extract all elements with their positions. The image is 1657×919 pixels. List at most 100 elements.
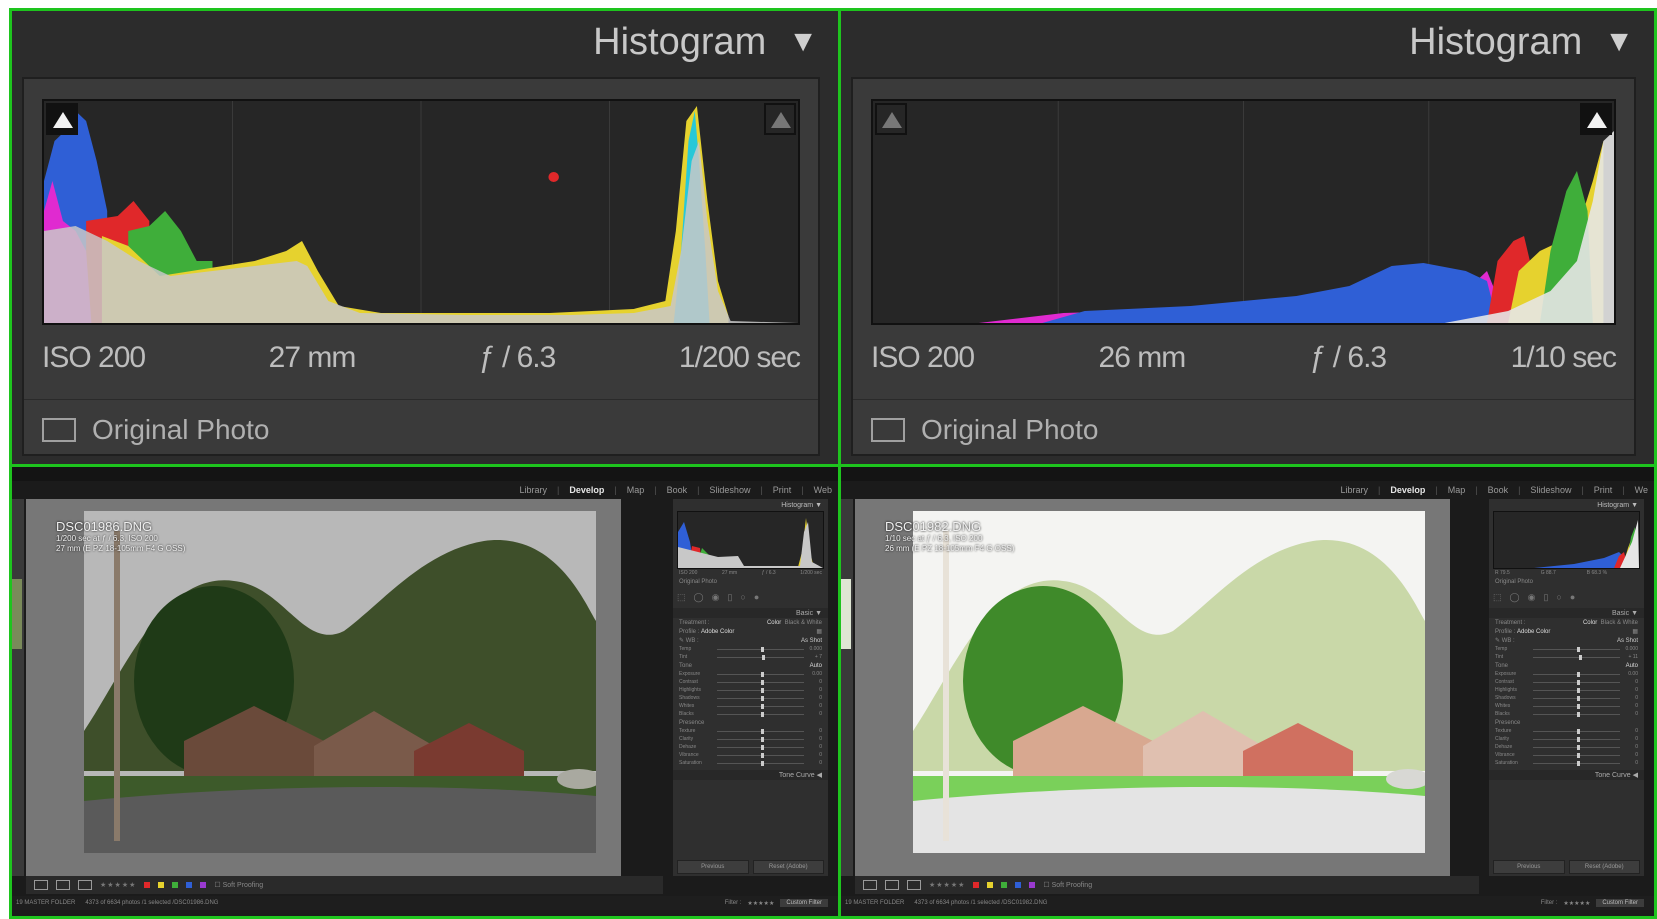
- slider-clarity[interactable]: Clarity 0: [1489, 735, 1644, 743]
- slider-texture[interactable]: Texture 0: [673, 727, 828, 735]
- histogram-graph[interactable]: [871, 99, 1616, 325]
- tone-curve-section-header[interactable]: Tone Curve ◀: [1489, 770, 1644, 780]
- highlight-clipping-indicator[interactable]: [764, 103, 796, 135]
- brush-icon[interactable]: ●: [1570, 592, 1575, 602]
- photo-image[interactable]: [913, 511, 1425, 853]
- collapse-triangle-icon[interactable]: ▼: [815, 502, 822, 509]
- slider-vibrance[interactable]: Vibrance 0: [673, 751, 828, 759]
- slider-value[interactable]: 0: [808, 711, 822, 717]
- slider-dehaze[interactable]: Dehaze 0: [673, 743, 828, 751]
- slider-value[interactable]: 0: [1624, 736, 1638, 742]
- auto-button[interactable]: Auto: [1626, 663, 1638, 669]
- slider-knob[interactable]: [1579, 654, 1583, 660]
- treatment-color-button[interactable]: Color: [1583, 620, 1597, 626]
- slider-knob[interactable]: [760, 703, 764, 709]
- slider-value[interactable]: 0.000: [808, 646, 822, 652]
- slider-value[interactable]: 0: [808, 728, 822, 734]
- slider-saturation[interactable]: Saturation 0: [1489, 759, 1644, 767]
- slider-knob[interactable]: [1576, 728, 1580, 734]
- slider-knob[interactable]: [760, 646, 764, 652]
- slider-track[interactable]: [717, 695, 804, 701]
- slider-knob[interactable]: [1576, 736, 1580, 742]
- slider-exposure[interactable]: Exposure 0.00: [1489, 670, 1644, 678]
- reset-button[interactable]: Reset (Adobe): [752, 860, 824, 874]
- slider-track[interactable]: [717, 752, 804, 758]
- slider-shadows[interactable]: Shadows 0: [673, 694, 828, 702]
- slider-track[interactable]: [1533, 703, 1620, 709]
- slider-track[interactable]: [717, 744, 804, 750]
- module-develop[interactable]: Develop: [1390, 485, 1425, 495]
- tone-curve-section-header[interactable]: Tone Curve ◀: [673, 770, 828, 780]
- slider-track[interactable]: [1533, 671, 1620, 677]
- basic-section-header[interactable]: Basic ▼: [1489, 608, 1644, 618]
- slider-knob[interactable]: [1576, 711, 1580, 717]
- slider-value[interactable]: 0.00: [808, 671, 822, 677]
- slider-value[interactable]: 0.000: [1624, 646, 1638, 652]
- slider-track[interactable]: [1533, 679, 1620, 685]
- brush-icon[interactable]: ●: [754, 592, 759, 602]
- color-label-yellow[interactable]: [158, 882, 165, 888]
- slider-whites[interactable]: Whites 0: [1489, 702, 1644, 710]
- loupe-view-icon[interactable]: [863, 880, 877, 890]
- slider-knob[interactable]: [1576, 752, 1580, 758]
- redeye-icon[interactable]: ◉: [712, 592, 720, 603]
- folder-label[interactable]: 19 MASTER FOLDER: [845, 900, 904, 906]
- slider-blacks[interactable]: Blacks 0: [1489, 710, 1644, 718]
- module-slideshow[interactable]: Slideshow: [1530, 485, 1571, 495]
- slider-knob[interactable]: [760, 671, 764, 677]
- spot-removal-icon[interactable]: ◯: [1510, 592, 1520, 603]
- module-library[interactable]: Library: [1340, 485, 1368, 495]
- rating-stars[interactable]: ★★★★★: [929, 881, 965, 889]
- shadow-clipping-indicator[interactable]: [875, 103, 907, 135]
- histogram-header[interactable]: Histogram ▼: [1409, 11, 1654, 73]
- slider-value[interactable]: + 11: [1624, 654, 1639, 660]
- slider-value[interactable]: 0: [1624, 679, 1638, 685]
- slider-clarity[interactable]: Clarity 0: [673, 735, 828, 743]
- rating-stars[interactable]: ★★★★★: [100, 881, 136, 889]
- slider-track[interactable]: [1533, 728, 1620, 734]
- slider-track[interactable]: [717, 671, 804, 677]
- slider-vibrance[interactable]: Vibrance 0: [1489, 751, 1644, 759]
- graduated-filter-icon[interactable]: ▯: [1543, 592, 1548, 603]
- histogram-panel-header[interactable]: Histogram ▼: [1489, 499, 1644, 511]
- slider-value[interactable]: 0: [1624, 703, 1638, 709]
- spot-removal-icon[interactable]: ◯: [694, 592, 704, 603]
- slider-tint[interactable]: Tint + 7: [673, 653, 828, 661]
- redeye-icon[interactable]: ◉: [1528, 592, 1536, 603]
- custom-filter-select[interactable]: Custom Filter: [1596, 899, 1644, 907]
- mini-histogram[interactable]: [677, 511, 824, 569]
- photo-area[interactable]: DSC01986.DNG 1/200 sec at ƒ / 6.3, ISO 2…: [26, 499, 621, 876]
- slider-knob[interactable]: [1576, 646, 1580, 652]
- slider-value[interactable]: 0: [808, 760, 822, 766]
- slider-value[interactable]: 0: [808, 679, 822, 685]
- histogram-panel-header[interactable]: Histogram ▼: [673, 499, 828, 511]
- slider-knob[interactable]: [760, 711, 764, 717]
- compare-view-icon[interactable]: [885, 880, 899, 890]
- slider-track[interactable]: [1533, 711, 1620, 717]
- compare-view-icon[interactable]: [56, 880, 70, 890]
- left-panel-collapsed[interactable]: [12, 499, 24, 876]
- slider-knob[interactable]: [1576, 744, 1580, 750]
- slider-blacks[interactable]: Blacks 0: [673, 710, 828, 718]
- survey-view-icon[interactable]: [907, 880, 921, 890]
- filter-stars[interactable]: ★★★★★: [747, 900, 774, 907]
- mini-histogram[interactable]: [1493, 511, 1640, 569]
- slider-value[interactable]: 0: [1624, 695, 1638, 701]
- module-web[interactable]: Web: [814, 485, 832, 495]
- module-map[interactable]: Map: [1448, 485, 1466, 495]
- original-photo-toggle[interactable]: Original Photo: [1489, 577, 1644, 586]
- collapse-triangle-icon[interactable]: ▼: [1604, 25, 1634, 59]
- color-label-green[interactable]: [1001, 882, 1008, 888]
- slider-value[interactable]: 0: [808, 744, 822, 750]
- module-slideshow[interactable]: Slideshow: [709, 485, 750, 495]
- slider-value[interactable]: 0.00: [1624, 671, 1638, 677]
- slider-knob[interactable]: [1576, 671, 1580, 677]
- slider-track[interactable]: [717, 687, 804, 693]
- original-photo-toggle[interactable]: Original Photo: [42, 414, 269, 446]
- slider-track[interactable]: [1533, 744, 1620, 750]
- color-label-red[interactable]: [144, 882, 151, 888]
- slider-highlights[interactable]: Highlights 0: [1489, 686, 1644, 694]
- slider-track[interactable]: [717, 711, 804, 717]
- slider-tint[interactable]: Tint + 11: [1489, 653, 1644, 661]
- slider-knob[interactable]: [760, 695, 764, 701]
